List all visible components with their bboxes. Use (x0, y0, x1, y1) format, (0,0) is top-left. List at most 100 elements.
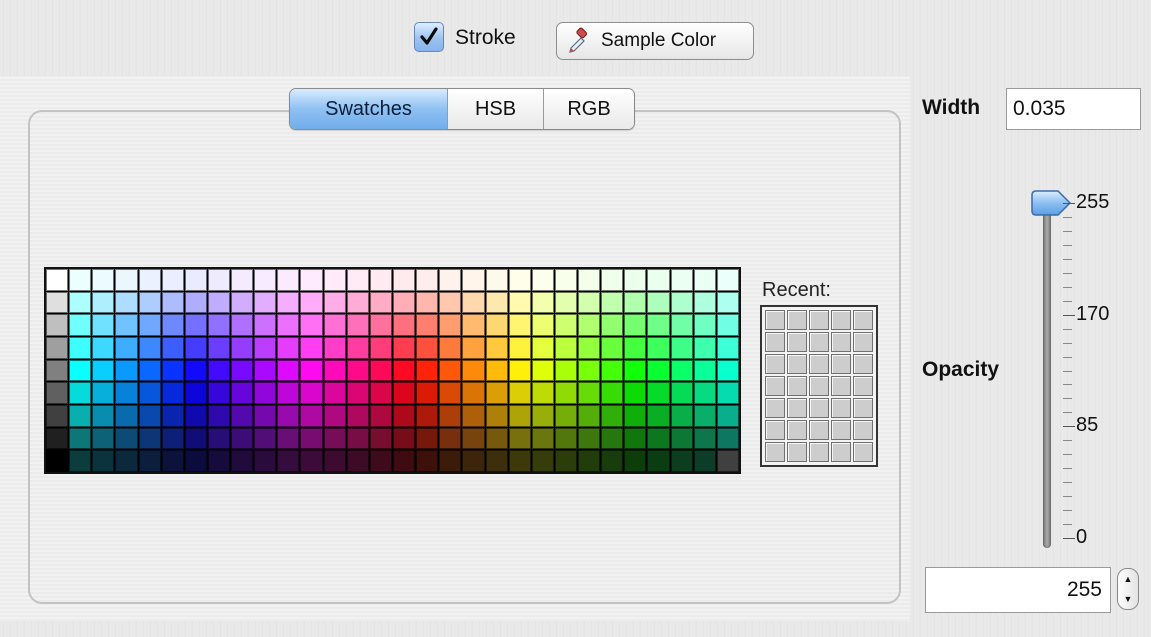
color-swatch[interactable] (184, 269, 207, 291)
color-swatch[interactable] (508, 427, 531, 450)
color-swatch[interactable] (184, 450, 207, 472)
color-swatch[interactable] (184, 336, 207, 359)
color-swatch[interactable] (46, 291, 69, 314)
color-swatch[interactable] (231, 450, 254, 472)
color-swatch[interactable] (647, 404, 670, 427)
color-swatch[interactable] (184, 404, 207, 427)
color-swatch[interactable] (115, 382, 138, 404)
color-swatch[interactable] (207, 291, 231, 314)
color-swatch[interactable] (207, 269, 231, 291)
color-swatch[interactable] (231, 427, 254, 450)
color-swatch[interactable] (254, 382, 277, 404)
color-swatch[interactable] (184, 314, 207, 336)
color-swatch[interactable] (207, 359, 231, 382)
color-swatch[interactable] (207, 382, 231, 404)
color-swatch[interactable] (184, 427, 207, 450)
color-swatch[interactable] (392, 450, 416, 472)
color-swatch[interactable] (207, 427, 231, 450)
color-swatch[interactable] (531, 382, 554, 404)
color-swatch[interactable] (277, 359, 300, 382)
recent-color-slot[interactable] (787, 398, 807, 418)
recent-color-slot[interactable] (853, 332, 873, 352)
color-swatch[interactable] (69, 427, 92, 450)
color-swatch[interactable] (670, 291, 693, 314)
stepper-up-icon[interactable]: ▲ (1118, 569, 1138, 589)
color-swatch[interactable] (416, 336, 439, 359)
color-swatch[interactable] (161, 269, 184, 291)
color-swatch[interactable] (716, 382, 739, 404)
color-swatch[interactable] (323, 404, 346, 427)
color-swatch[interactable] (207, 336, 231, 359)
color-swatch[interactable] (601, 450, 624, 472)
recent-color-slot[interactable] (853, 442, 873, 462)
color-swatch[interactable] (554, 291, 578, 314)
color-swatch[interactable] (624, 269, 647, 291)
color-swatch[interactable] (485, 359, 508, 382)
color-swatch[interactable] (647, 382, 670, 404)
color-swatch[interactable] (485, 427, 508, 450)
color-swatch[interactable] (416, 427, 439, 450)
color-swatch[interactable] (693, 336, 716, 359)
color-swatch[interactable] (716, 291, 739, 314)
recent-color-slot[interactable] (853, 398, 873, 418)
tab-swatches[interactable]: Swatches (290, 89, 447, 129)
color-swatch[interactable] (300, 314, 323, 336)
color-swatch[interactable] (46, 336, 69, 359)
color-swatch[interactable] (346, 359, 369, 382)
color-swatch[interactable] (115, 427, 138, 450)
color-swatch[interactable] (231, 382, 254, 404)
color-swatch[interactable] (161, 427, 184, 450)
color-swatch[interactable] (508, 336, 531, 359)
recent-color-slot[interactable] (787, 310, 807, 330)
recent-color-slot[interactable] (853, 310, 873, 330)
color-swatch[interactable] (462, 291, 485, 314)
color-swatch[interactable] (300, 336, 323, 359)
color-swatch[interactable] (184, 359, 207, 382)
color-swatch[interactable] (578, 291, 601, 314)
color-swatch[interactable] (416, 382, 439, 404)
color-swatch[interactable] (439, 314, 462, 336)
recent-color-slot[interactable] (853, 420, 873, 440)
color-swatch[interactable] (462, 269, 485, 291)
color-swatch[interactable] (693, 404, 716, 427)
color-swatch[interactable] (670, 269, 693, 291)
color-swatch[interactable] (508, 382, 531, 404)
color-swatch[interactable] (138, 404, 161, 427)
color-swatch[interactable] (161, 359, 184, 382)
recent-color-slot[interactable] (765, 376, 785, 396)
color-swatch[interactable] (207, 314, 231, 336)
color-swatch[interactable] (300, 382, 323, 404)
color-swatch[interactable] (277, 404, 300, 427)
opacity-slider-track[interactable] (1043, 200, 1051, 548)
color-swatch[interactable] (670, 359, 693, 382)
stepper-down-icon[interactable]: ▼ (1118, 589, 1138, 609)
color-swatch[interactable] (300, 404, 323, 427)
color-swatch[interactable] (670, 404, 693, 427)
color-swatch[interactable] (462, 404, 485, 427)
recent-color-slot[interactable] (765, 310, 785, 330)
color-swatch[interactable] (277, 291, 300, 314)
color-swatch[interactable] (323, 336, 346, 359)
color-swatch[interactable] (392, 314, 416, 336)
color-swatch[interactable] (416, 404, 439, 427)
color-swatch[interactable] (462, 314, 485, 336)
color-swatch[interactable] (508, 404, 531, 427)
color-swatch[interactable] (392, 291, 416, 314)
color-swatch[interactable] (578, 359, 601, 382)
color-swatch[interactable] (578, 450, 601, 472)
color-swatch[interactable] (693, 291, 716, 314)
color-swatch[interactable] (161, 450, 184, 472)
color-swatch[interactable] (138, 269, 161, 291)
color-swatch[interactable] (716, 427, 739, 450)
color-swatch[interactable] (624, 450, 647, 472)
color-swatch[interactable] (601, 336, 624, 359)
color-swatch[interactable] (138, 359, 161, 382)
color-swatch[interactable] (115, 269, 138, 291)
color-swatch[interactable] (46, 314, 69, 336)
color-swatch[interactable] (254, 404, 277, 427)
color-swatch[interactable] (231, 291, 254, 314)
opacity-stepper[interactable]: ▲ ▼ (1117, 568, 1139, 610)
color-swatch[interactable] (439, 269, 462, 291)
color-swatch[interactable] (439, 450, 462, 472)
color-swatch[interactable] (323, 427, 346, 450)
